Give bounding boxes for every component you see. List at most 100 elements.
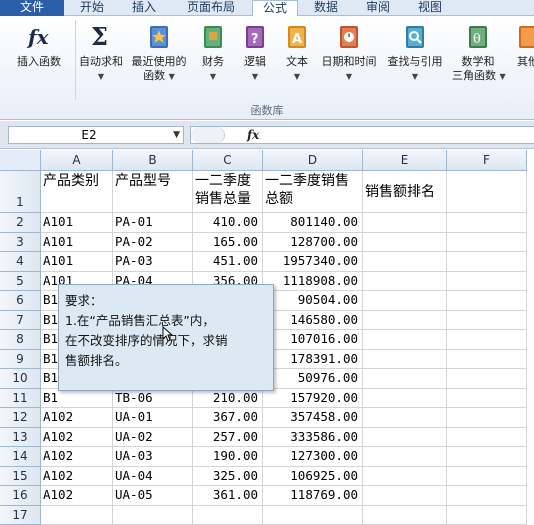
- cell-e[interactable]: [363, 389, 447, 409]
- row-header[interactable]: 16: [0, 486, 41, 506]
- cell-e[interactable]: [363, 291, 447, 311]
- cell-e[interactable]: [363, 252, 447, 272]
- cell-c[interactable]: 451.00: [193, 252, 263, 272]
- cell-e[interactable]: [363, 447, 447, 467]
- cell-a[interactable]: A101: [41, 213, 113, 233]
- cell-f[interactable]: [447, 291, 527, 311]
- row-header[interactable]: 14: [0, 447, 41, 467]
- lookup-reference-button[interactable]: 查找与引用 ▼: [384, 22, 446, 84]
- cell-a[interactable]: A102: [41, 447, 113, 467]
- cell-d[interactable]: 157920.00: [263, 389, 363, 409]
- tab-data[interactable]: 数据: [304, 0, 348, 16]
- cell-a[interactable]: A102: [41, 467, 113, 487]
- cell-c[interactable]: [193, 506, 263, 525]
- cell-d[interactable]: 1957340.00: [263, 252, 363, 272]
- cell-d[interactable]: 1118908.00: [263, 272, 363, 292]
- cell-c[interactable]: 190.00: [193, 447, 263, 467]
- row-header[interactable]: 10: [0, 369, 41, 389]
- row-header[interactable]: 1: [0, 171, 41, 213]
- cell-a[interactable]: A101: [41, 252, 113, 272]
- cell-f[interactable]: [447, 467, 527, 487]
- cell-f[interactable]: [447, 233, 527, 253]
- row-header[interactable]: 17: [0, 506, 41, 525]
- cell-b[interactable]: TB-06: [113, 389, 193, 409]
- row-header[interactable]: 6: [0, 291, 41, 311]
- cell-d[interactable]: 801140.00: [263, 213, 363, 233]
- cell-e[interactable]: [363, 213, 447, 233]
- cell-b[interactable]: PA-01: [113, 213, 193, 233]
- cell-c[interactable]: 367.00: [193, 408, 263, 428]
- column-header-d[interactable]: D: [263, 150, 363, 171]
- header-cell-b[interactable]: 产品型号: [113, 171, 193, 213]
- autosum-button[interactable]: Σ 自动求和 ▼: [76, 22, 126, 84]
- cell-d[interactable]: 146580.00: [263, 311, 363, 331]
- cell-e[interactable]: [363, 272, 447, 292]
- tab-formulas[interactable]: 公式: [252, 0, 298, 17]
- tab-review[interactable]: 审阅: [356, 0, 400, 16]
- cell-d[interactable]: 128700.00: [263, 233, 363, 253]
- cell-f[interactable]: [447, 486, 527, 506]
- cell-b[interactable]: [113, 506, 193, 525]
- cell-e[interactable]: [363, 369, 447, 389]
- cell-b[interactable]: UA-05: [113, 486, 193, 506]
- cell-d[interactable]: 90504.00: [263, 291, 363, 311]
- cell-e[interactable]: [363, 350, 447, 370]
- date-time-button[interactable]: 日期和时间 ▼: [320, 22, 378, 84]
- header-cell-e[interactable]: 销售额排名: [363, 171, 447, 213]
- row-header[interactable]: 5: [0, 272, 41, 292]
- cell-f[interactable]: [447, 252, 527, 272]
- column-header-a[interactable]: A: [41, 150, 113, 171]
- column-header-f[interactable]: F: [447, 150, 527, 171]
- insert-function-fx-icon[interactable]: fx: [247, 127, 259, 143]
- cell-b[interactable]: PA-02: [113, 233, 193, 253]
- text-button[interactable]: A 文本 ▼: [280, 22, 314, 84]
- more-functions-button[interactable]: 其他: [508, 22, 534, 69]
- cell-d[interactable]: 107016.00: [263, 330, 363, 350]
- cell-b[interactable]: PA-03: [113, 252, 193, 272]
- cell-f[interactable]: [447, 428, 527, 448]
- cell-f[interactable]: [447, 272, 527, 292]
- cell-c[interactable]: 410.00: [193, 213, 263, 233]
- row-header[interactable]: 4: [0, 252, 41, 272]
- cell-d[interactable]: 178391.00: [263, 350, 363, 370]
- cell-f[interactable]: [447, 408, 527, 428]
- row-header[interactable]: 7: [0, 311, 41, 331]
- row-header[interactable]: 11: [0, 389, 41, 409]
- cell-b[interactable]: UA-01: [113, 408, 193, 428]
- row-header[interactable]: 2: [0, 213, 41, 233]
- cell-f[interactable]: [447, 311, 527, 331]
- cell-f[interactable]: [447, 369, 527, 389]
- cell-e[interactable]: [363, 428, 447, 448]
- row-header[interactable]: 15: [0, 467, 41, 487]
- tab-insert[interactable]: 插入: [122, 0, 166, 16]
- cell-e[interactable]: [363, 467, 447, 487]
- cell-a[interactable]: A102: [41, 428, 113, 448]
- cell-f[interactable]: [447, 330, 527, 350]
- tab-view[interactable]: 视图: [408, 0, 452, 16]
- cell-f[interactable]: [447, 506, 527, 525]
- insert-function-button[interactable]: fx 插入函数: [8, 22, 70, 69]
- cell-e[interactable]: [363, 486, 447, 506]
- row-header[interactable]: 9: [0, 350, 41, 370]
- header-cell-d[interactable]: 一二季度销售总额: [263, 171, 363, 213]
- name-box[interactable]: E2 ▼: [8, 126, 184, 144]
- column-header-e[interactable]: E: [363, 150, 447, 171]
- cell-d[interactable]: 118769.00: [263, 486, 363, 506]
- cell-d[interactable]: 357458.00: [263, 408, 363, 428]
- chevron-down-icon[interactable]: ▼: [173, 127, 180, 143]
- row-header[interactable]: 13: [0, 428, 41, 448]
- cell-e[interactable]: [363, 330, 447, 350]
- math-trig-button[interactable]: θ 数学和 三角函数 ▼: [452, 22, 504, 84]
- cell-e[interactable]: [363, 233, 447, 253]
- tab-home[interactable]: 开始: [70, 0, 114, 16]
- cell-c[interactable]: 361.00: [193, 486, 263, 506]
- header-cell-a[interactable]: 产品类别: [41, 171, 113, 213]
- cell-f[interactable]: [447, 213, 527, 233]
- cell-b[interactable]: UA-02: [113, 428, 193, 448]
- row-header[interactable]: 12: [0, 408, 41, 428]
- select-all-corner[interactable]: [0, 150, 41, 171]
- cell-b[interactable]: UA-04: [113, 467, 193, 487]
- cell-d[interactable]: 127300.00: [263, 447, 363, 467]
- header-cell-c[interactable]: 一二季度销售总量: [193, 171, 263, 213]
- formula-bar-handle[interactable]: [191, 127, 225, 143]
